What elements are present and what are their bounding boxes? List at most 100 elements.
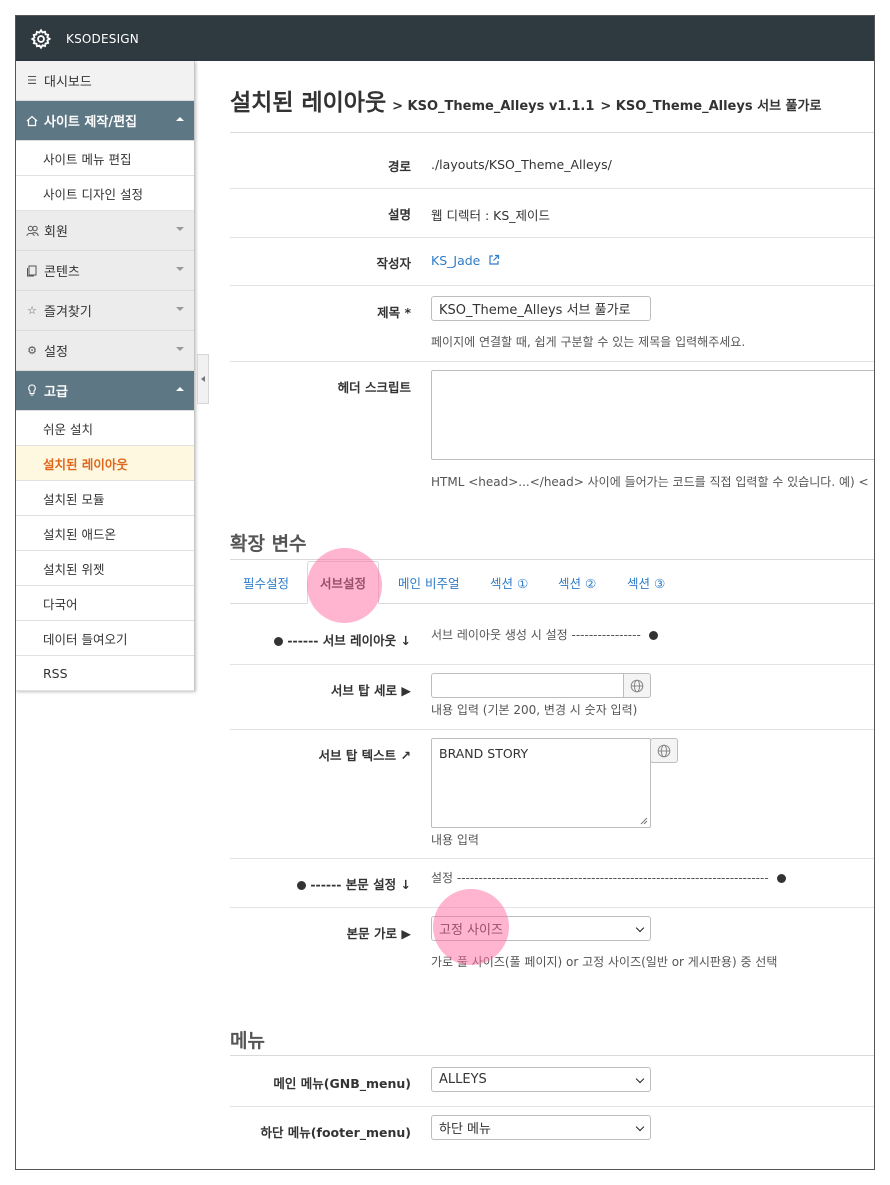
sidebar-item-label: 설정 <box>44 345 68 360</box>
page-heading: 설치된 레이아웃 <box>230 90 387 116</box>
home-icon <box>24 115 40 127</box>
header-script-help: HTML <head>...</head> 사이에 들어가는 코드를 직접 입력… <box>431 475 869 489</box>
tab-sub-settings[interactable]: 서브설정 <box>307 561 380 604</box>
sub-top-height-label: 서브 탑 세로 ▶ <box>330 683 411 698</box>
header-script-textarea[interactable] <box>431 370 874 460</box>
bullet-dot <box>776 874 786 883</box>
gear-icon[interactable] <box>30 28 52 50</box>
sub-top-text-value: BRAND STORY <box>439 746 529 761</box>
title-label: 제목 * <box>377 305 411 320</box>
top-bar: KSODESIGN <box>16 16 874 61</box>
gear-icon: ⚙ <box>27 344 37 357</box>
chevron-left-icon <box>201 376 205 382</box>
body-setting-label: ------ 본문 설정 ↓ <box>296 874 411 893</box>
app-frame: KSODESIGN ☰ 대시보드 사이트 제작/편집 사이트 메뉴 편집 사이트… <box>15 15 875 1170</box>
footer-menu-label: 하단 메뉴(footer_menu) <box>260 1125 411 1140</box>
sidebar-item-label: 대시보드 <box>44 75 92 90</box>
sidebar-item-label: 즐겨찾기 <box>44 305 92 320</box>
body-width-selected: 고정 사이즈 <box>439 923 503 938</box>
tab-section-2[interactable]: 섹션 ② <box>558 561 596 604</box>
sub-top-text-textarea[interactable]: BRAND STORY <box>431 738 651 828</box>
tab-section-3[interactable]: 섹션 ③ <box>627 561 665 604</box>
chevron-up-icon <box>176 387 184 391</box>
sub-layout-text-value: 서브 레이아웃 생성 시 설정 ---------------- <box>431 628 641 642</box>
users-icon <box>24 225 40 237</box>
tab-main-visual[interactable]: 메인 비주얼 <box>398 561 459 604</box>
sidebar-item-label: 회원 <box>44 225 68 240</box>
bullet-dot <box>296 881 306 890</box>
chevron-down-icon <box>635 923 645 933</box>
divider <box>230 858 874 859</box>
sidebar-subitem-site-design[interactable]: 사이트 디자인 설정 <box>16 176 194 211</box>
sidebar-item-advanced[interactable]: 고급 <box>16 371 194 411</box>
sub-layout-label: ------ 서브 레이아웃 ↓ <box>273 630 411 649</box>
sidebar-subitem-multilingual[interactable]: 다국어 <box>16 586 194 621</box>
sidebar-item-site[interactable]: 사이트 제작/편집 <box>16 101 194 141</box>
extension-section-title: 확장 변수 <box>230 533 307 555</box>
chevron-up-icon <box>176 117 184 121</box>
chevron-down-icon <box>635 1122 645 1132</box>
external-link-icon[interactable] <box>488 254 500 269</box>
divider <box>230 1106 874 1107</box>
body-setting-text-value: 설정 -------------------------------------… <box>431 871 769 885</box>
sidebar: ☰ 대시보드 사이트 제작/편집 사이트 메뉴 편집 사이트 디자인 설정 회원… <box>16 61 195 691</box>
sidebar-item-settings[interactable]: ⚙ 설정 <box>16 331 194 371</box>
main-menu-select[interactable]: ALLEYS <box>431 1067 651 1092</box>
author-label: 작성자 <box>376 256 411 271</box>
sidebar-subitem-installed-layouts[interactable]: 설치된 레이아웃 <box>16 446 194 481</box>
page-title: 설치된 레이아웃 > KSO_Theme_Alleys v1.1.1 > KSO… <box>230 83 821 117</box>
sidebar-item-label: 사이트 제작/편집 <box>44 115 137 130</box>
sub-top-height-help: 내용 입력 (기본 200, 변경 시 숫자 입력) <box>431 703 638 717</box>
menu-section-title: 메뉴 <box>230 1030 265 1052</box>
header-script-label: 헤더 스크립트 <box>337 380 411 395</box>
sidebar-subitem-installed-addons[interactable]: 설치된 애드온 <box>16 516 194 551</box>
sidebar-item-label: 콘텐츠 <box>44 265 80 280</box>
sidebar-item-favorites[interactable]: ☆ 즐겨찾기 <box>16 291 194 331</box>
footer-menu-select[interactable]: 하단 메뉴 <box>431 1115 651 1140</box>
sidebar-subitem-rss[interactable]: RSS <box>16 656 194 691</box>
sidebar-item-member[interactable]: 회원 <box>16 211 194 251</box>
bullet-dot <box>648 631 658 640</box>
sidebar-subitem-installed-modules[interactable]: 설치된 모듈 <box>16 481 194 516</box>
chevron-down-icon <box>176 347 184 351</box>
sidebar-subitem-installed-widgets[interactable]: 설치된 위젯 <box>16 551 194 586</box>
footer-menu-selected: 하단 메뉴 <box>439 1122 491 1137</box>
author-name[interactable]: KS_Jade <box>431 253 480 268</box>
main-menu-selected: ALLEYS <box>439 1072 487 1087</box>
sub-top-text-label: 서브 탑 텍스트 ↗ <box>318 748 411 763</box>
author-link[interactable]: KS_Jade <box>431 253 500 269</box>
sidebar-item-content[interactable]: 콘텐츠 <box>16 251 194 291</box>
sub-top-height-input[interactable] <box>431 673 624 698</box>
title-input[interactable]: KSO_Theme_Alleys 서브 풀가로 <box>431 296 651 321</box>
tab-required[interactable]: 필수설정 <box>243 561 289 604</box>
title-help: 페이지에 연결할 때, 쉽게 구분할 수 있는 제목을 입력해주세요. <box>431 335 746 349</box>
globe-icon[interactable] <box>650 738 678 763</box>
chevron-down-icon <box>635 1074 645 1084</box>
sidebar-item-dashboard[interactable]: ☰ 대시보드 <box>16 61 194 101</box>
divider <box>230 285 874 286</box>
divider <box>230 664 874 665</box>
extension-tabs: 필수설정 서브설정 메인 비주얼 섹션 ① 섹션 ② 섹션 ③ <box>230 561 874 604</box>
sub-layout-text: 서브 레이아웃 생성 시 설정 ---------------- <box>431 626 658 643</box>
tab-section-1[interactable]: 섹션 ① <box>490 561 528 604</box>
path-value: ./layouts/KSO_Theme_Alleys/ <box>431 157 612 172</box>
body-setting-text: 설정 -------------------------------------… <box>431 869 786 886</box>
star-icon: ☆ <box>27 304 37 317</box>
brand-name[interactable]: KSODESIGN <box>66 32 139 46</box>
divider <box>230 237 874 238</box>
sidebar-collapse-toggle[interactable] <box>197 354 209 404</box>
resize-handle-icon[interactable] <box>640 817 648 825</box>
sub-top-text-help: 내용 입력 <box>431 833 479 847</box>
sidebar-subitem-data-import[interactable]: 데이터 들여오기 <box>16 621 194 656</box>
chevron-down-icon <box>176 267 184 271</box>
divider <box>230 559 874 560</box>
breadcrumb-version: > KSO_Theme_Alleys v1.1.1 <box>392 99 595 114</box>
divider <box>230 1055 874 1056</box>
sidebar-subitem-site-menu[interactable]: 사이트 메뉴 편집 <box>16 141 194 176</box>
menu-icon: ☰ <box>27 74 37 87</box>
body-width-select[interactable]: 고정 사이즈 <box>431 916 651 941</box>
globe-icon[interactable] <box>623 673 651 698</box>
sidebar-subitem-easy-install[interactable]: 쉬운 설치 <box>16 411 194 446</box>
body-setting-label-text: ------ 본문 설정 ↓ <box>310 877 411 892</box>
breadcrumb-layout: > KSO_Theme_Alleys 서브 풀가로 <box>600 99 822 114</box>
